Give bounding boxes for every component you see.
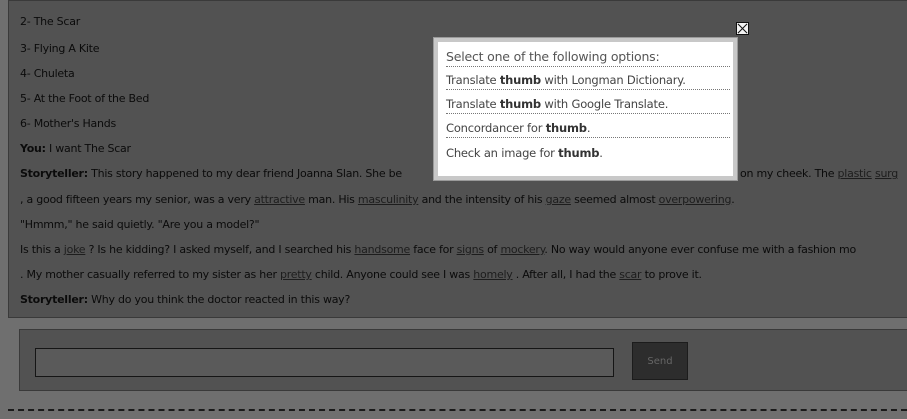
dashed-divider — [8, 409, 907, 411]
word-options-popup: Select one of the following options: Tra… — [434, 38, 737, 180]
you-label: You: — [20, 142, 46, 155]
vocab-word[interactable]: joke — [64, 243, 86, 256]
story-text-line: Is this a joke ? Is he kidding? I asked … — [20, 243, 856, 256]
send-button[interactable]: Send — [632, 342, 688, 380]
chat-input[interactable] — [35, 348, 614, 377]
story-text-line: . My mother casually referred to my sist… — [20, 268, 702, 281]
vocab-word[interactable]: masculinity — [358, 193, 419, 206]
longman-dictionary-option[interactable]: Translate thumb with Longman Dictionary. — [446, 73, 730, 90]
vocab-word[interactable]: surg — [875, 167, 898, 180]
vocab-word[interactable]: mockery — [500, 243, 544, 256]
story-option[interactable]: 2- The Scar — [20, 15, 80, 28]
storyteller-message: Storyteller: This story happened to my d… — [20, 167, 402, 180]
image-search-option[interactable]: Check an image for thumb. — [446, 146, 730, 160]
google-translate-option[interactable]: Translate thumb with Google Translate. — [446, 97, 730, 114]
vocab-word[interactable]: signs — [457, 243, 484, 256]
vocab-word[interactable]: plastic — [838, 167, 872, 180]
concordancer-option[interactable]: Concordancer for thumb. — [446, 121, 730, 138]
story-text-line: , a good fifteen years my senior, was a … — [20, 193, 735, 206]
storyteller-message-right: on my cheek. The plastic surg — [740, 167, 898, 180]
storyteller-label: Storyteller: — [20, 293, 88, 306]
vocab-word[interactable]: homely — [473, 268, 513, 281]
user-message: You: I want The Scar — [20, 142, 131, 155]
story-option[interactable]: 4- Chuleta — [20, 67, 75, 80]
story-text-line: "Hmmm," he said quietly. "Are you a mode… — [20, 218, 260, 231]
story-option[interactable]: 6- Mother's Hands — [20, 117, 116, 130]
close-icon[interactable] — [736, 22, 749, 35]
story-option[interactable]: 3- Flying A Kite — [20, 42, 100, 55]
story-option[interactable]: 5- At the Foot of the Bed — [20, 92, 149, 105]
vocab-word[interactable]: overpowering — [659, 193, 732, 206]
vocab-word[interactable]: handsome — [354, 243, 410, 256]
storyteller-question: Storyteller: Why do you think the doctor… — [20, 293, 351, 306]
vocab-word[interactable]: pretty — [280, 268, 312, 281]
storyteller-label: Storyteller: — [20, 167, 88, 180]
vocab-word[interactable]: scar — [619, 268, 641, 281]
popup-title: Select one of the following options: — [446, 49, 730, 67]
vocab-word[interactable]: attractive — [254, 193, 305, 206]
vocab-word[interactable]: gaze — [546, 193, 572, 206]
